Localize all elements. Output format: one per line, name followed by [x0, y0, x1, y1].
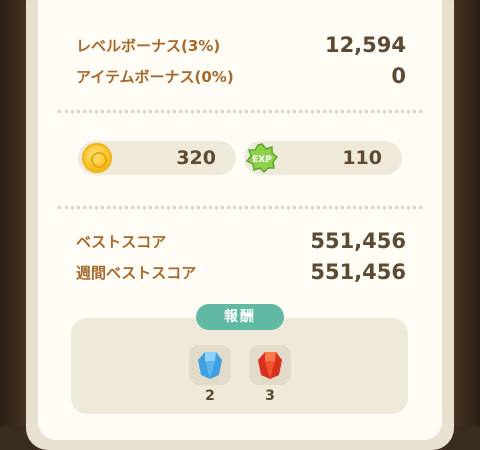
exp-badge-text: EXP: [252, 155, 272, 165]
best-score-value: 551,456: [310, 229, 406, 253]
item-bonus-label: アイテムボーナス(0%): [76, 67, 234, 86]
blue-gem-count: 2: [205, 388, 215, 404]
exp-icon: EXP: [246, 143, 278, 173]
item-bonus-row: アイテムボーナス(0%) 0: [76, 64, 406, 88]
red-gem-count: 3: [265, 388, 275, 404]
exp-value: 110: [342, 147, 382, 169]
level-bonus-value: 12,594: [324, 33, 406, 57]
reward-item-red-gem[interactable]: [249, 345, 291, 385]
level-bonus-label: レベルボーナス(3%): [76, 36, 221, 55]
blue-gem-icon: [198, 352, 222, 379]
weekly-best-score-value: 551,456: [310, 260, 406, 284]
reward-item-blue-gem[interactable]: [189, 345, 231, 385]
coin-reward-pill: 320: [78, 141, 236, 175]
reward-box: [71, 318, 408, 414]
divider: [58, 206, 422, 209]
best-score-label: ベストスコア: [76, 232, 167, 251]
best-score-row: ベストスコア 551,456: [76, 229, 406, 253]
level-bonus-row: レベルボーナス(3%) 12,594: [76, 33, 406, 57]
item-bonus-value: 0: [391, 64, 406, 88]
coin-icon: [82, 143, 112, 173]
weekly-best-score-row: 週間ベストスコア 551,456: [76, 260, 406, 284]
exp-reward-pill: EXP 110: [244, 141, 402, 175]
red-gem-icon: [258, 352, 282, 379]
reward-title: 報酬: [196, 304, 284, 330]
weekly-best-score-label: 週間ベストスコア: [76, 263, 197, 282]
coin-value: 320: [176, 147, 216, 169]
divider: [58, 110, 422, 113]
